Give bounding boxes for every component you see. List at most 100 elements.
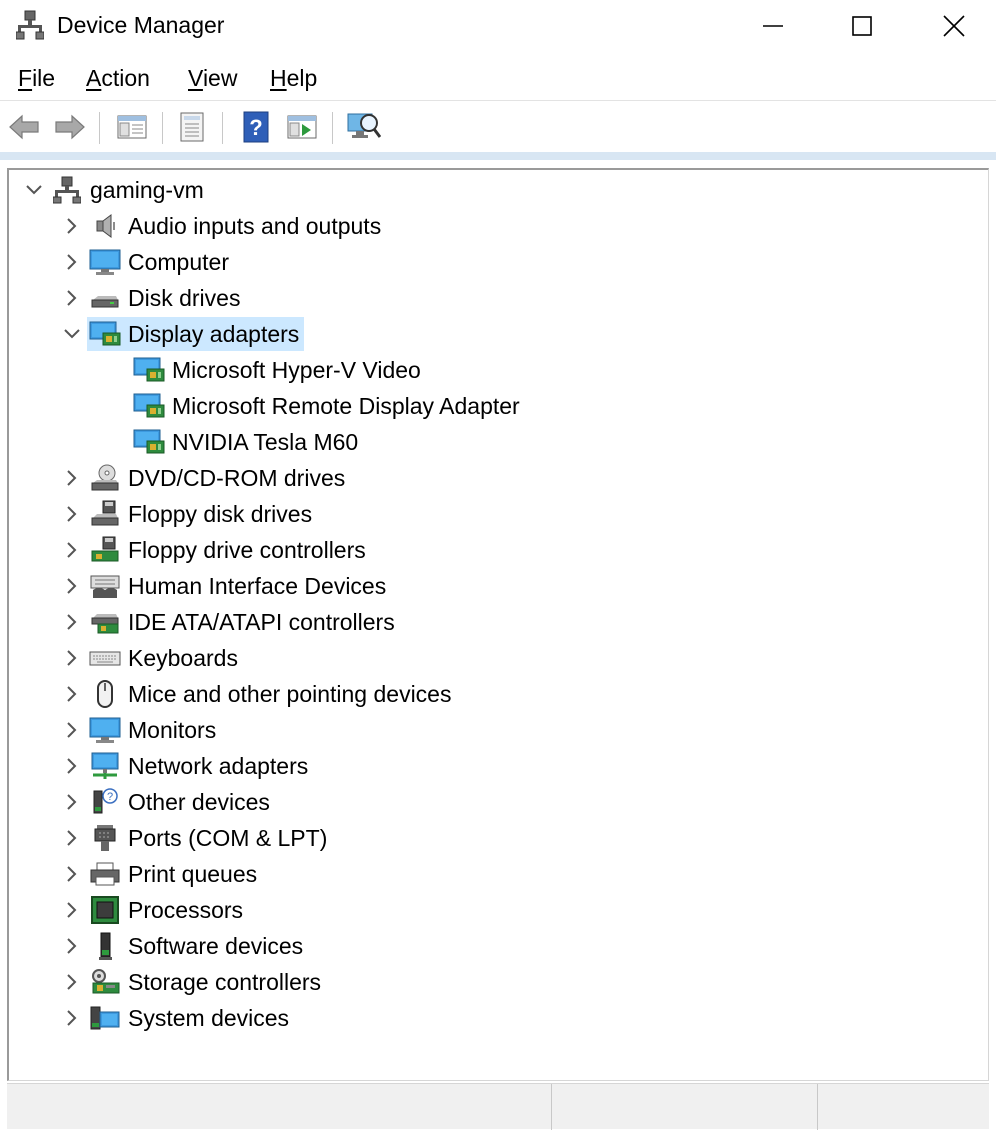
minimize-button[interactable] xyxy=(727,0,819,52)
properties-icon xyxy=(180,112,204,142)
run-button[interactable] xyxy=(284,110,320,144)
show-hide-tree-button[interactable] xyxy=(114,110,150,144)
menu-divider xyxy=(0,100,996,101)
status-segment-2 xyxy=(552,1084,818,1130)
category-storage-controllers[interactable]: Storage controllers xyxy=(57,964,326,1000)
category-system-devices[interactable]: System devices xyxy=(57,1000,294,1036)
chevron-right-icon[interactable] xyxy=(57,1000,87,1036)
speaker-icon xyxy=(87,208,123,244)
status-segment-3 xyxy=(818,1084,988,1130)
category-mice[interactable]: Mice and other pointing devices xyxy=(57,676,456,712)
chevron-right-icon[interactable] xyxy=(57,676,87,712)
menu-file[interactable]: File xyxy=(18,65,55,92)
display-adapter-icon xyxy=(131,352,167,388)
category-processors[interactable]: Processors xyxy=(57,892,248,928)
minimize-icon xyxy=(763,25,783,27)
chevron-right-icon[interactable] xyxy=(57,856,87,892)
chevron-right-icon[interactable] xyxy=(57,928,87,964)
chevron-right-icon[interactable] xyxy=(57,604,87,640)
chevron-down-icon[interactable] xyxy=(57,316,87,352)
system-devices-icon xyxy=(87,1000,123,1036)
tree-root-label: gaming-vm xyxy=(90,177,204,203)
category-print-queues[interactable]: Print queues xyxy=(57,856,262,892)
selected-node[interactable]: Display adapters xyxy=(87,317,305,351)
chevron-right-icon[interactable] xyxy=(57,712,87,748)
category-network-adapters[interactable]: Network adapters xyxy=(57,748,313,784)
chevron-right-icon[interactable] xyxy=(57,568,87,604)
toolbar-border xyxy=(0,152,996,160)
device-remote-display-adapter[interactable]: Microsoft Remote Display Adapter xyxy=(131,388,525,424)
category-monitors[interactable]: Monitors xyxy=(57,712,221,748)
help-button[interactable]: ? xyxy=(238,110,274,144)
device-manager-icon[interactable] xyxy=(15,10,45,40)
properties-button[interactable] xyxy=(174,110,210,144)
chevron-right-icon[interactable] xyxy=(57,208,87,244)
display-adapter-icon xyxy=(131,388,167,424)
chevron-right-icon[interactable] xyxy=(57,532,87,568)
monitor-icon xyxy=(87,244,123,280)
chevron-right-icon[interactable] xyxy=(57,280,87,316)
toolbar-separator xyxy=(162,112,163,144)
storage-controller-icon xyxy=(87,964,123,1000)
run-icon xyxy=(287,115,317,139)
title-bar: Device Manager xyxy=(0,0,996,52)
chevron-right-icon[interactable] xyxy=(57,892,87,928)
ide-controller-icon xyxy=(87,604,123,640)
scan-hardware-button[interactable] xyxy=(346,110,382,144)
tree-root[interactable]: gaming-vm xyxy=(19,172,209,208)
chevron-right-icon[interactable] xyxy=(57,460,87,496)
floppy-drive-icon xyxy=(87,496,123,532)
close-button[interactable] xyxy=(908,0,996,52)
device-hyper-v-video[interactable]: Microsoft Hyper-V Video xyxy=(131,352,426,388)
category-other-devices[interactable]: ? Other devices xyxy=(57,784,275,820)
category-disk-drives[interactable]: Disk drives xyxy=(57,280,245,316)
help-icon: ? xyxy=(243,111,269,143)
toolbar-separator xyxy=(222,112,223,144)
device-tree[interactable]: gaming-vm Audio inputs and outputs Compu… xyxy=(7,168,989,1081)
menu-view[interactable]: View xyxy=(188,65,237,92)
show-hide-console-tree-icon xyxy=(117,115,147,139)
port-icon xyxy=(87,820,123,856)
mouse-icon xyxy=(87,676,123,712)
category-floppy-drive-controllers[interactable]: Floppy drive controllers xyxy=(57,532,371,568)
category-audio[interactable]: Audio inputs and outputs xyxy=(57,208,386,244)
unknown-device-icon: ? xyxy=(87,784,123,820)
close-icon xyxy=(943,15,965,37)
chevron-right-icon[interactable] xyxy=(57,820,87,856)
menu-help[interactable]: Help xyxy=(270,65,317,92)
device-nvidia-tesla-m60[interactable]: NVIDIA Tesla M60 xyxy=(131,424,363,460)
maximize-button[interactable] xyxy=(816,0,908,52)
category-human-interface-devices[interactable]: Human Interface Devices xyxy=(57,568,391,604)
monitor-icon xyxy=(87,712,123,748)
chevron-right-icon[interactable] xyxy=(57,496,87,532)
menu-action[interactable]: Action xyxy=(86,65,150,92)
svg-text:?: ? xyxy=(249,115,262,140)
chevron-right-icon[interactable] xyxy=(57,784,87,820)
chevron-down-icon[interactable] xyxy=(19,172,49,208)
category-ports[interactable]: Ports (COM & LPT) xyxy=(57,820,332,856)
window-title: Device Manager xyxy=(57,12,225,38)
back-button[interactable] xyxy=(6,110,42,144)
chevron-right-icon[interactable] xyxy=(57,640,87,676)
network-adapter-icon xyxy=(87,748,123,784)
processor-icon xyxy=(87,892,123,928)
software-device-icon xyxy=(87,928,123,964)
forward-button[interactable] xyxy=(52,110,88,144)
category-display-adapters[interactable]: Display adapters xyxy=(57,316,305,352)
category-dvd-cd-rom[interactable]: DVD/CD-ROM drives xyxy=(57,460,350,496)
category-ide-ata-atapi-controllers[interactable]: IDE ATA/ATAPI controllers xyxy=(57,604,400,640)
category-computer[interactable]: Computer xyxy=(57,244,234,280)
menu-bar: File Action View Help xyxy=(0,56,996,100)
computer-tower-icon xyxy=(49,172,85,208)
category-keyboards[interactable]: Keyboards xyxy=(57,640,243,676)
status-segment-1 xyxy=(7,1084,552,1130)
display-adapter-icon xyxy=(131,424,167,460)
scan-hardware-changes-icon xyxy=(347,113,381,138)
category-floppy-disk-drives[interactable]: Floppy disk drives xyxy=(57,496,317,532)
chevron-right-icon[interactable] xyxy=(57,244,87,280)
category-software-devices[interactable]: Software devices xyxy=(57,928,308,964)
toolbar: ? xyxy=(0,104,996,150)
chevron-right-icon[interactable] xyxy=(57,748,87,784)
toolbar-separator xyxy=(99,112,100,144)
chevron-right-icon[interactable] xyxy=(57,964,87,1000)
